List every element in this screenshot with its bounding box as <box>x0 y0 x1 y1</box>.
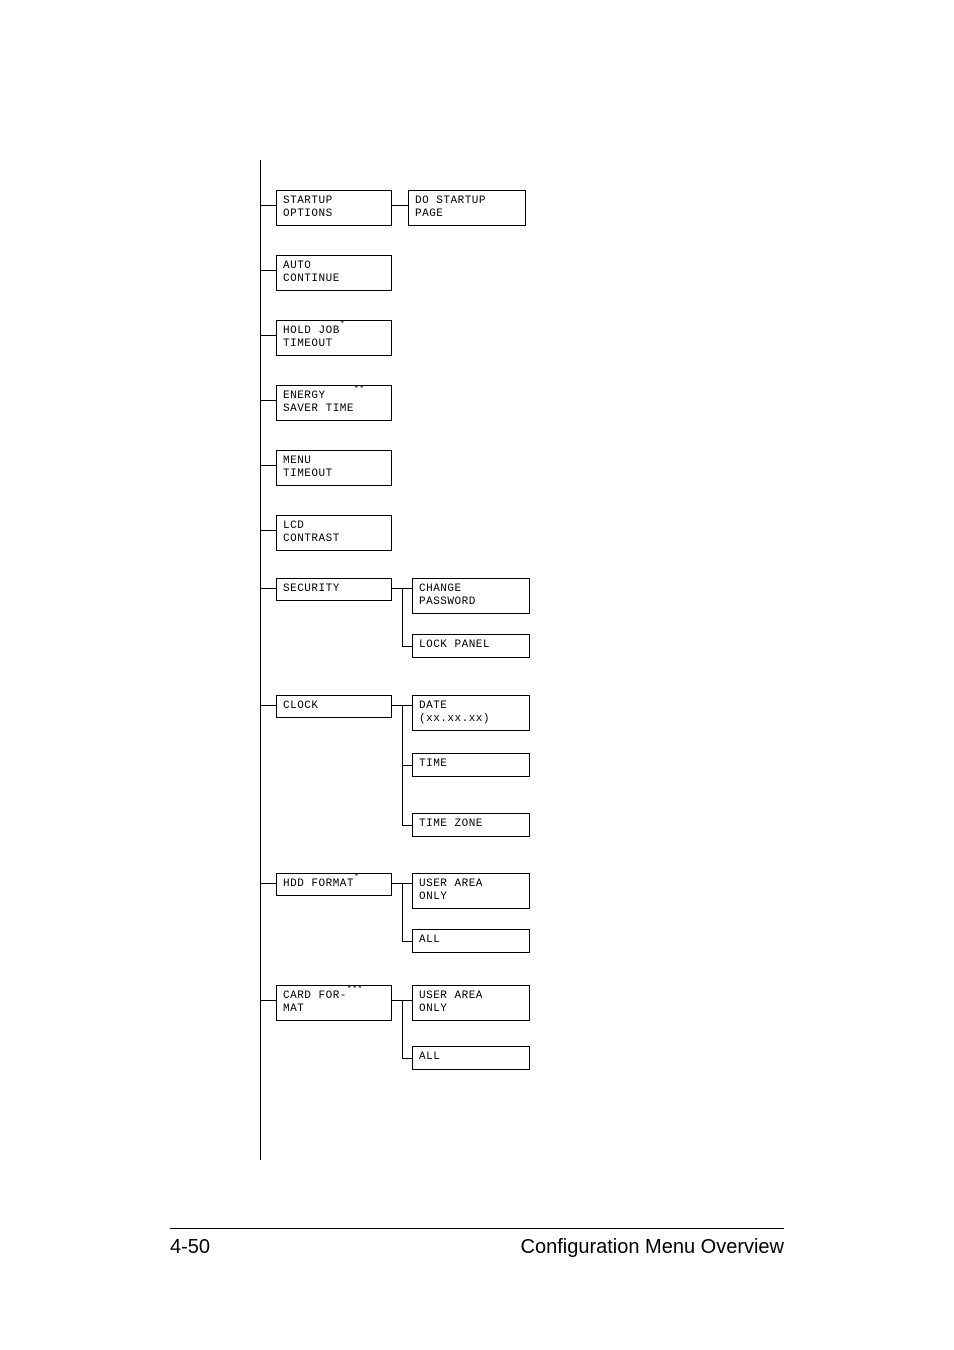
branch <box>260 1000 276 1001</box>
branch <box>260 400 276 401</box>
connector <box>402 883 403 941</box>
menu-startup-options: STARTUP OPTIONS <box>276 190 392 226</box>
branch <box>260 205 276 206</box>
branch <box>260 270 276 271</box>
menu-all-1: ALL <box>412 929 530 953</box>
branch <box>260 705 276 706</box>
menu-hold-job-timeout: HOLD JOB TIMEOUT* <box>276 320 392 356</box>
label: HDD FORMAT <box>283 878 354 891</box>
menu-security: SECURITY <box>276 578 392 601</box>
menu-hdd-format: HDD FORMAT* <box>276 873 392 896</box>
connector <box>402 646 412 647</box>
branch <box>260 465 276 466</box>
menu-time: TIME <box>412 753 530 777</box>
menu-change-password: CHANGE PASSWORD <box>412 578 530 614</box>
menu-lcd-contrast: LCD CONTRAST <box>276 515 392 551</box>
branch <box>260 530 276 531</box>
menu-lock-panel: LOCK PANEL <box>412 634 530 658</box>
footer-rule <box>170 1228 784 1229</box>
connector <box>392 205 408 206</box>
connector <box>402 705 412 706</box>
connector <box>402 588 403 646</box>
footer: 4-50 Configuration Menu Overview <box>170 1236 784 1259</box>
connector <box>392 883 402 884</box>
branch <box>260 588 276 589</box>
connector <box>402 883 412 884</box>
connector <box>402 1058 412 1059</box>
menu-date: DATE (xx.xx.xx) <box>412 695 530 731</box>
label: CARD FOR- MAT <box>283 990 347 1016</box>
menu-user-area-only-1: USER AREA ONLY <box>412 873 530 909</box>
connector <box>402 588 412 589</box>
page-title: Configuration Menu Overview <box>521 1236 784 1259</box>
connector <box>402 1000 412 1001</box>
connector <box>392 588 402 589</box>
menu-auto-continue: AUTO CONTINUE <box>276 255 392 291</box>
connector <box>402 1000 403 1058</box>
connector <box>392 1000 402 1001</box>
menu-do-startup-page: DO STARTUP PAGE <box>408 190 526 226</box>
connector <box>402 765 412 766</box>
label: HOLD JOB TIMEOUT <box>283 325 340 351</box>
branch <box>260 335 276 336</box>
menu-time-zone: TIME ZONE <box>412 813 530 837</box>
branch <box>260 883 276 884</box>
menu-tree-diagram: STARTUP OPTIONS DO STARTUP PAGE AUTO CON… <box>260 160 610 1180</box>
menu-card-format: CARD FOR- MAT*** <box>276 985 392 1021</box>
menu-user-area-only-2: USER AREA ONLY <box>412 985 530 1021</box>
menu-clock: CLOCK <box>276 695 392 718</box>
menu-menu-timeout: MENU TIMEOUT <box>276 450 392 486</box>
page: STARTUP OPTIONS DO STARTUP PAGE AUTO CON… <box>0 0 954 1350</box>
connector <box>402 825 412 826</box>
connector <box>392 705 402 706</box>
menu-all-2: ALL <box>412 1046 530 1070</box>
connector <box>402 941 412 942</box>
label: ENERGY SAVER TIME <box>283 390 354 416</box>
menu-energy-saver-time: ENERGY SAVER TIME** <box>276 385 392 421</box>
page-number: 4-50 <box>170 1236 210 1259</box>
main-stem <box>260 160 261 1160</box>
